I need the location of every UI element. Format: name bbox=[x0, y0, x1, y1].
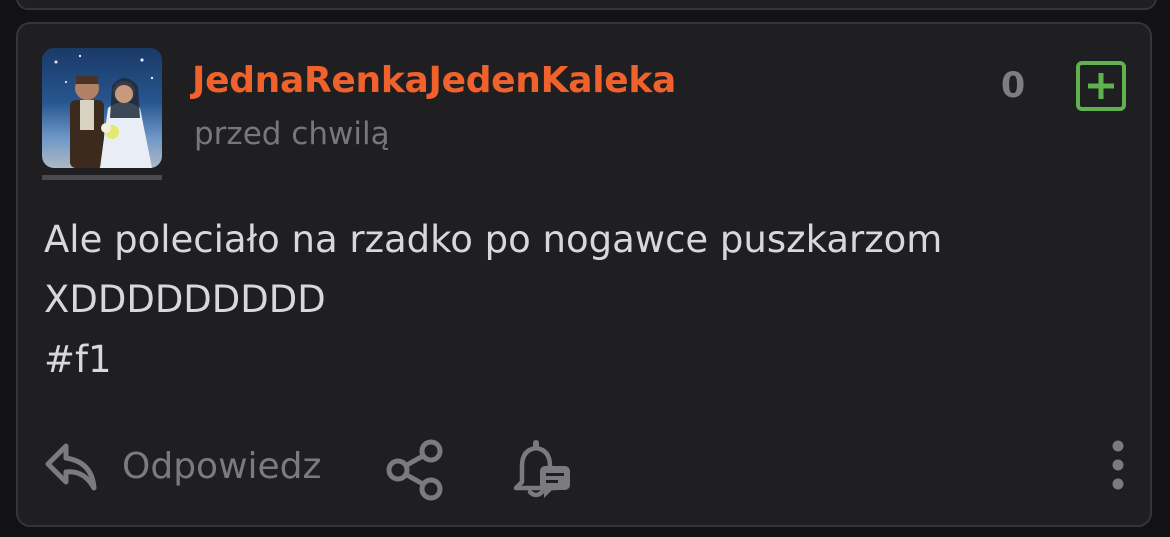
vote-count: 0 bbox=[1000, 66, 1026, 106]
comment-content: Ale poleciało na rzadko po nogawce puszk… bbox=[44, 210, 1104, 390]
content-line: Ale poleciało na rzadko po nogawce puszk… bbox=[44, 218, 943, 261]
reply-icon[interactable] bbox=[42, 436, 102, 496]
post-time: przed chwilą bbox=[194, 116, 390, 152]
avatar-container[interactable] bbox=[42, 48, 162, 208]
comment-card: JednaRenkaJedenKaleka przed chwilą 0 Ale… bbox=[16, 22, 1152, 527]
content-line: XDDDDDDDDD bbox=[44, 278, 326, 321]
more-vertical-icon[interactable] bbox=[1108, 438, 1128, 492]
reply-button[interactable]: Odpowiedz bbox=[122, 446, 321, 487]
previous-card-edge bbox=[16, 0, 1157, 10]
avatar[interactable] bbox=[42, 48, 162, 168]
avatar-status-bar bbox=[42, 175, 162, 180]
hashtag-link[interactable]: #f1 bbox=[44, 330, 1104, 390]
bell-comment-icon[interactable] bbox=[508, 436, 578, 502]
username-link[interactable]: JednaRenkaJedenKaleka bbox=[192, 60, 676, 101]
upvote-button[interactable] bbox=[1076, 61, 1126, 111]
share-icon[interactable] bbox=[384, 438, 448, 502]
plus-icon bbox=[1088, 73, 1114, 99]
